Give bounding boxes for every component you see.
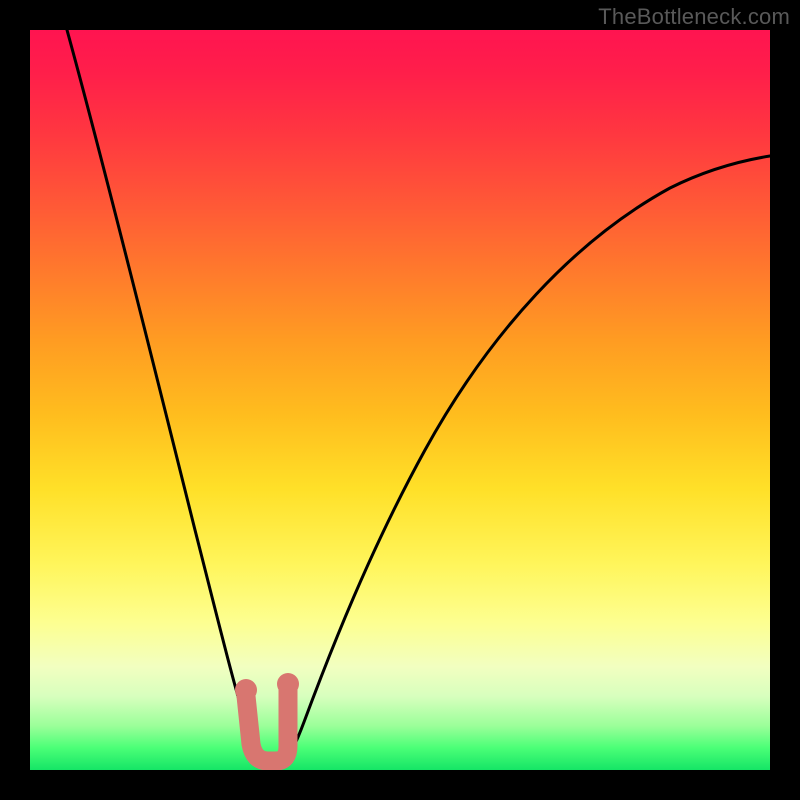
watermark-text: TheBottleneck.com	[598, 4, 790, 30]
bottleneck-curve	[67, 30, 770, 765]
plot-area	[30, 30, 770, 770]
curve-layer	[30, 30, 770, 770]
chart-frame: TheBottleneck.com	[0, 0, 800, 800]
optimal-marker	[235, 673, 299, 761]
